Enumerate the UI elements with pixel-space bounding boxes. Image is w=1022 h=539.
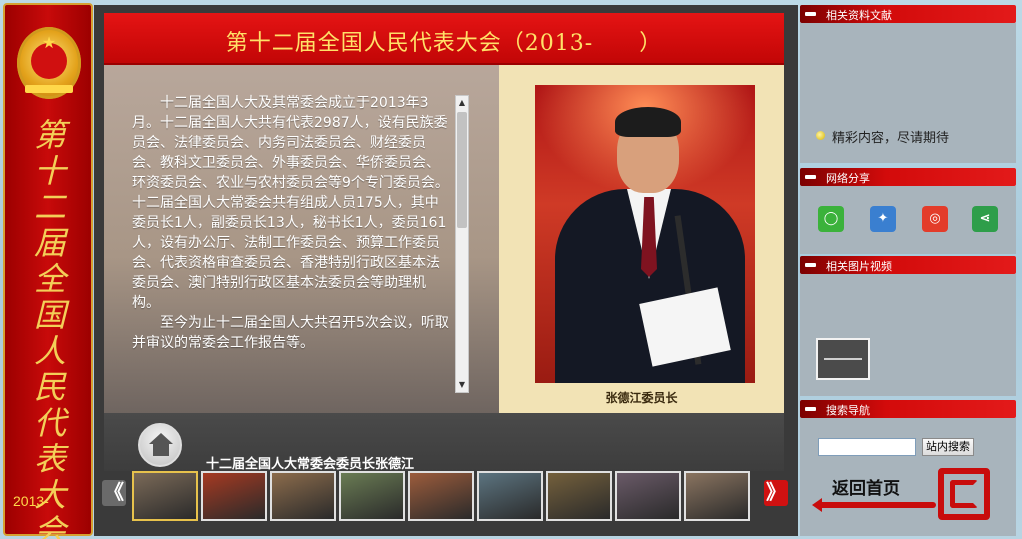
article-text[interactable]: 十二届全国人大及其常委会成立于2013年3月。十二届全国人大共有代表2987人，… bbox=[132, 93, 452, 393]
scroll-down-icon[interactable]: ▼ bbox=[456, 378, 468, 392]
swoosh-icon bbox=[816, 502, 936, 508]
article-paragraph: 至今为止十二届全国人大共召开5次会议，听取并审议的常委会工作报告等。 bbox=[132, 315, 449, 351]
search-header: 搜索导航 bbox=[800, 400, 1016, 418]
gate-icon bbox=[25, 85, 73, 93]
related-docs-label: 相关资料文献 bbox=[826, 9, 892, 22]
thumbnail[interactable] bbox=[615, 471, 681, 521]
share-label: 网络分享 bbox=[826, 172, 870, 185]
page-title: 第十二届全国人民代表大会（2013- ） bbox=[225, 31, 663, 56]
video-thumbnail[interactable] bbox=[816, 338, 870, 380]
photo-panel: 张德江委员长 bbox=[499, 65, 784, 413]
star-icon: ★ bbox=[41, 33, 57, 52]
thumbnail[interactable] bbox=[201, 471, 267, 521]
search-label: 搜索导航 bbox=[826, 404, 870, 417]
speaker-photo bbox=[535, 85, 755, 383]
video-thumb-line bbox=[824, 358, 862, 360]
thumbnail[interactable] bbox=[270, 471, 336, 521]
thumbnail[interactable] bbox=[477, 471, 543, 521]
qzone-icon[interactable]: ✦ bbox=[870, 206, 896, 232]
thumbnail[interactable] bbox=[684, 471, 750, 521]
scroll-thumb[interactable] bbox=[457, 112, 467, 228]
main-panel: 第十二届全国人民代表大会（2013- ） 十二届全国人大及其常委会成立于2013… bbox=[94, 5, 798, 536]
national-emblem-icon: ★ bbox=[17, 27, 81, 99]
related-docs-note: 精彩内容，尽请期待 bbox=[832, 131, 950, 146]
right-sidebar: 相关资料文献 精彩内容，尽请期待 网络分享 ◯ ✦ ◎ ⋖ 相关图片视频 搜索导… bbox=[800, 5, 1016, 536]
weibo-icon[interactable]: ◎ bbox=[922, 206, 948, 232]
share-header: 网络分享 bbox=[800, 168, 1016, 186]
article-paragraph: 十二届全国人大及其常委会成立于2013年3月。十二届全国人大共有代表2987人，… bbox=[132, 95, 449, 311]
home-icon[interactable] bbox=[138, 423, 182, 467]
photo-caption: 张德江委员长 bbox=[605, 391, 678, 405]
related-docs-header: 相关资料文献 bbox=[800, 5, 1016, 23]
header-dash-icon bbox=[805, 12, 816, 16]
next-arrow-icon[interactable]: 》 bbox=[764, 480, 788, 506]
search-input[interactable] bbox=[818, 438, 916, 456]
header-dash-icon bbox=[805, 263, 816, 267]
wechat-icon[interactable]: ◯ bbox=[818, 206, 844, 232]
thumbnail[interactable] bbox=[546, 471, 612, 521]
header-dash-icon bbox=[805, 407, 816, 411]
share-panel: ◯ ✦ ◎ ⋖ bbox=[800, 186, 1016, 254]
thumbnail-strip: 《 》 bbox=[102, 470, 792, 524]
photo-hair bbox=[615, 107, 681, 137]
bullet-icon bbox=[816, 131, 825, 140]
home-house bbox=[153, 443, 169, 456]
media-panel bbox=[800, 274, 1016, 396]
related-docs-panel: 精彩内容，尽请期待 bbox=[800, 23, 1016, 163]
return-home-link[interactable]: 返回首页 bbox=[812, 468, 990, 524]
thumbnail[interactable] bbox=[339, 471, 405, 521]
header-dash-icon bbox=[805, 175, 816, 179]
article-panel: 十二届全国人大及其常委会成立于2013年3月。十二届全国人大共有代表2987人，… bbox=[104, 65, 499, 413]
info-bar: 十二届全国人大常委会委员长张德江 bbox=[104, 413, 784, 472]
media-header: 相关图片视频 bbox=[800, 256, 1016, 274]
prev-arrow-icon[interactable]: 《 bbox=[102, 480, 126, 506]
media-label: 相关图片视频 bbox=[826, 260, 892, 273]
spiral-inner-icon bbox=[950, 480, 978, 508]
left-banner: ★ 第十二届全国人民代表大会 2013- bbox=[3, 3, 93, 539]
share-icon[interactable]: ⋖ bbox=[972, 206, 998, 232]
search-panel: 站内搜索 返回首页 bbox=[800, 418, 1016, 536]
main-title-bar: 第十二届全国人民代表大会（2013- ） bbox=[104, 13, 784, 65]
thumbnail[interactable] bbox=[132, 471, 198, 521]
search-button[interactable]: 站内搜索 bbox=[922, 438, 974, 456]
arrow-left-icon bbox=[812, 498, 822, 512]
return-home-label: 返回首页 bbox=[832, 479, 900, 499]
scroll-up-icon[interactable]: ▲ bbox=[456, 96, 468, 110]
article-scrollbar[interactable]: ▲ ▼ bbox=[455, 95, 469, 393]
vertical-year: 2013- bbox=[13, 493, 49, 509]
vertical-title: 第十二届全国人民代表大会 bbox=[33, 116, 66, 539]
thumbnail[interactable] bbox=[408, 471, 474, 521]
